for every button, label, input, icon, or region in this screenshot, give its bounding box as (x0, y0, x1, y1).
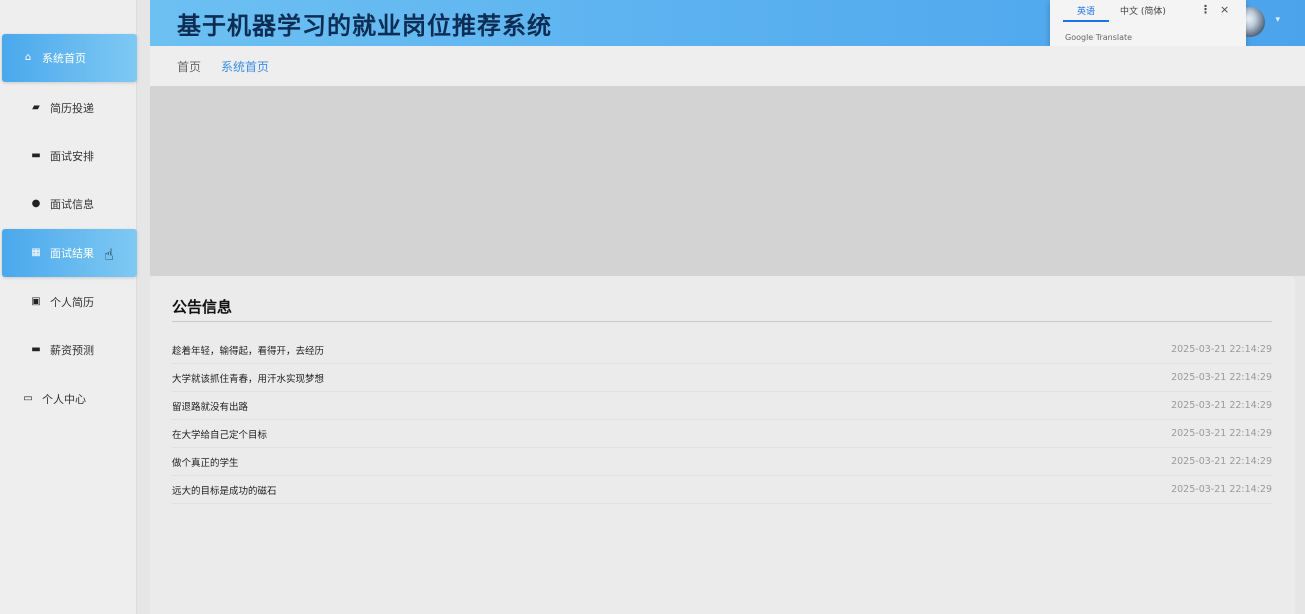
notice-text: 在大学给自己定个目标 (172, 429, 268, 441)
clipboard-icon: ▣ (31, 296, 41, 307)
translate-brand: Google Translate (1065, 33, 1133, 42)
sidebar: ⌂ 系统首页 ▰ 简历投递 ▬ 面试安排 ● 面试信息 ▦ 面试结果 ▣ 个人简… (0, 0, 137, 614)
grid-icon: ▦ (31, 247, 41, 258)
profile-card-icon: ▭ (23, 393, 33, 404)
notice-text: 留退路就没有出路 (172, 401, 249, 413)
close-icon[interactable]: × (1220, 3, 1229, 16)
notice-time: 2025-03-21 22:14:29 (1171, 456, 1272, 467)
notice-title: 公告信息 (172, 298, 233, 316)
caret-down-icon[interactable]: ▾ (1275, 15, 1280, 25)
sidebar-item-home[interactable]: ⌂ 系统首页 (2, 34, 137, 82)
sidebar-item-interview-schedule[interactable]: ▬ 面试安排 (2, 132, 137, 180)
notice-item[interactable]: 在大学给自己定个目标 2025-03-21 22:14:29 (172, 420, 1272, 448)
sidebar-item-salary-prediction[interactable]: ▬ 薪资预测 (2, 326, 137, 374)
notice-list: 趁着年轻，输得起，看得开，去经历 2025-03-21 22:14:29 大学就… (172, 336, 1272, 504)
breadcrumb-current: 系统首页 (221, 59, 270, 74)
sidebar-item-label: 简历投递 (50, 102, 94, 115)
notice-time: 2025-03-21 22:14:29 (1171, 484, 1272, 495)
translate-tab-source[interactable]: 英语 (1063, 4, 1109, 22)
breadcrumb-home-link[interactable]: 首页 (177, 58, 201, 75)
sidebar-item-interview-info[interactable]: ● 面试信息 (2, 180, 137, 228)
notice-item[interactable]: 大学就该抓住青春，用汗水实现梦想 2025-03-21 22:14:29 (172, 364, 1272, 392)
breadcrumb: 首页 系统首页 (150, 46, 1305, 86)
screen-icon: ▬ (31, 344, 41, 355)
sidebar-item-label: 个人中心 (42, 393, 86, 406)
translate-tab-target[interactable]: 中文 (简体) (1120, 4, 1166, 17)
sidebar-item-interview-result[interactable]: ▦ 面试结果 (2, 229, 137, 277)
sidebar-item-label: 面试结果 (50, 247, 94, 260)
monitor-icon: ▬ (31, 150, 41, 161)
notice-item[interactable]: 留退路就没有出路 2025-03-21 22:14:29 (172, 392, 1272, 420)
sidebar-item-resume-submit[interactable]: ▰ 简历投递 (2, 84, 137, 132)
sidebar-item-label: 系统首页 (42, 52, 86, 65)
location-icon: ● (31, 198, 41, 209)
notice-text: 做个真正的学生 (172, 457, 239, 469)
app-title: 基于机器学习的就业岗位推荐系统 (177, 12, 552, 40)
sidebar-item-label: 薪资预测 (50, 344, 94, 357)
sidebar-item-label: 面试信息 (50, 198, 94, 211)
notice-text: 趁着年轻，输得起，看得开，去经历 (172, 345, 325, 357)
notice-item[interactable]: 趁着年轻，输得起，看得开，去经历 2025-03-21 22:14:29 (172, 336, 1272, 364)
notice-text: 大学就该抓住青春，用汗水实现梦想 (172, 373, 325, 385)
notice-panel: 公告信息 趁着年轻，输得起，看得开，去经历 2025-03-21 22:14:2… (150, 276, 1295, 614)
sidebar-item-personal-center[interactable]: ▭ 个人中心 (2, 375, 137, 423)
notice-item[interactable]: 做个真正的学生 2025-03-21 22:14:29 (172, 448, 1272, 476)
hand-cursor-icon: ☝ (104, 245, 114, 264)
notice-time: 2025-03-21 22:14:29 (1171, 428, 1272, 439)
notice-time: 2025-03-21 22:14:29 (1171, 344, 1272, 355)
send-icon: ▰ (32, 102, 40, 113)
sidebar-item-my-resume[interactable]: ▣ 个人简历 (2, 278, 137, 326)
notice-text: 远大的目标是成功的磁石 (172, 485, 277, 497)
notice-item[interactable]: 远大的目标是成功的磁石 2025-03-21 22:14:29 (172, 476, 1272, 504)
home-icon: ⌂ (24, 52, 32, 63)
sidebar-item-label: 面试安排 (50, 150, 94, 163)
banner-area (150, 86, 1305, 276)
more-options-icon[interactable]: ⋮ (1200, 3, 1211, 16)
sidebar-item-label: 个人简历 (50, 296, 94, 309)
notice-divider (172, 321, 1272, 322)
notice-time: 2025-03-21 22:14:29 (1171, 400, 1272, 411)
notice-time: 2025-03-21 22:14:29 (1171, 372, 1272, 383)
